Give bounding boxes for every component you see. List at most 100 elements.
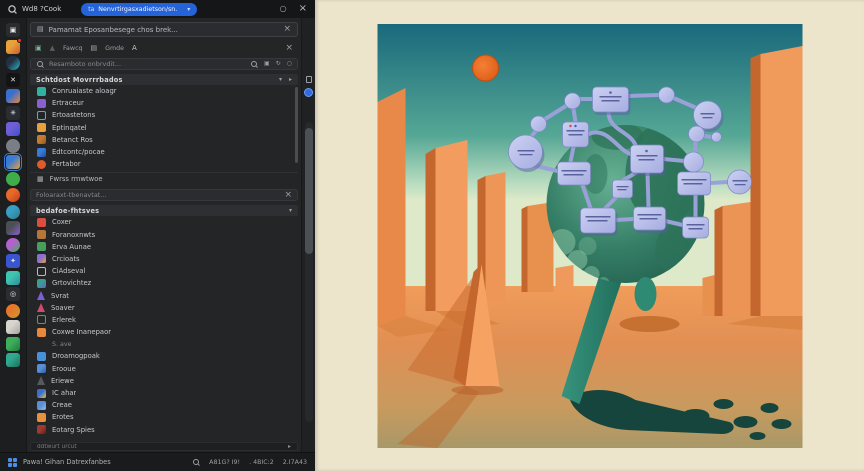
list-item[interactable]: Soaver [30, 302, 298, 314]
gear-icon[interactable]: ✳ [6, 105, 20, 120]
list-item[interactable]: Fertabor [30, 158, 298, 170]
right-gutter [301, 18, 315, 452]
list-item[interactable]: Betanct Ros [30, 134, 298, 146]
app-icon [37, 303, 45, 313]
clock-icon[interactable] [6, 56, 20, 70]
history-icon[interactable]: ○ [280, 5, 287, 13]
list-item[interactable]: Grtovichtez [30, 277, 298, 289]
collapsed-label: ddtwurt urcut [37, 443, 77, 450]
list-item[interactable]: Coxer [30, 216, 298, 228]
pages-icon[interactable]: ▣ [264, 61, 270, 67]
list-item-label: Coxwe Inanepaor [52, 328, 112, 337]
collapse-icon[interactable]: ▾ [289, 207, 292, 214]
search-filter-input[interactable] [36, 191, 280, 200]
help-icon[interactable]: ○ [287, 61, 292, 67]
list-item[interactable]: CiAdseval [30, 265, 298, 277]
account-dropdown[interactable]: ta Nenvrtirgasxadietson/sn. ▾ [81, 2, 198, 16]
list-item[interactable]: S. ave [30, 338, 298, 350]
toolbar-label-3[interactable]: A [132, 44, 137, 52]
search-main-input[interactable] [49, 60, 246, 68]
list-item[interactable]: Creae [30, 399, 298, 411]
extension-badge-icon[interactable] [304, 88, 313, 97]
search-main-row: ▣ ↻ ○ [30, 58, 298, 70]
list-item[interactable]: Eriewe [30, 375, 298, 387]
links-row[interactable]: ▦ Fwrss rmwtwoe [30, 172, 298, 185]
list-item[interactable]: Crcioats [30, 253, 298, 265]
list-item[interactable]: IC ahar [30, 387, 298, 399]
close-toolbar-icon[interactable]: × [285, 43, 293, 53]
stripes-icon[interactable] [6, 221, 20, 235]
search-icon[interactable] [7, 4, 17, 14]
screen: Wd8 ?Cook ta Nenvrtirgasxadietson/sn. ▾ … [0, 0, 864, 471]
leaf-icon[interactable] [6, 336, 20, 351]
document-icon: ▤ [37, 25, 44, 33]
list-item[interactable]: Coxwe Inanepaor [30, 326, 298, 338]
firefox-icon[interactable] [6, 188, 20, 202]
refresh-icon[interactable]: ↻ [276, 61, 281, 67]
list-item[interactable]: Erooue [30, 363, 298, 375]
lens-icon[interactable]: ◎ [6, 287, 20, 301]
palette-icon[interactable] [6, 237, 20, 252]
chevron-right-icon[interactable]: ▸ [289, 76, 292, 83]
hook-icon[interactable] [6, 353, 20, 367]
list-item[interactable]: Ertoastetons [30, 109, 298, 121]
section-header-2[interactable]: bedafoe-fhtsves ▾ [30, 205, 298, 217]
artwork-canvas [315, 0, 864, 471]
app-icon [37, 254, 46, 264]
search-doc-icon[interactable]: ▣ [6, 23, 20, 37]
android-icon[interactable] [6, 171, 20, 186]
close-icon[interactable]: × [299, 4, 307, 14]
clipboard-icon[interactable] [6, 320, 20, 334]
view-toolbar: ▣ ▲ Fawcq ▤ Gmde A × [30, 42, 298, 54]
app-icon [37, 425, 46, 435]
clear-icon[interactable]: × [284, 190, 292, 200]
app-icon [37, 364, 46, 374]
photos-icon[interactable] [4, 153, 22, 171]
box-icon[interactable]: ▣ [35, 44, 42, 52]
chevron-down-icon[interactable]: ▾ [279, 76, 282, 83]
music-icon[interactable] [6, 122, 20, 136]
swirl-icon[interactable] [6, 138, 20, 153]
clear-icon[interactable]: × [283, 25, 291, 34]
list-item-label: Erva Aunae [52, 242, 92, 251]
list-item[interactable]: Ertraceur [30, 97, 298, 109]
star-app-icon[interactable]: ✦ [6, 254, 20, 268]
file-path-input[interactable] [48, 25, 279, 34]
list-item-label: Fertabor [52, 160, 81, 169]
shop-icon[interactable] [6, 37, 22, 54]
capsule-icon[interactable] [6, 270, 20, 285]
zoom-icon[interactable] [250, 60, 258, 68]
search-icon[interactable] [192, 458, 200, 466]
list-item[interactable]: Edtcontc/pocae [30, 146, 298, 158]
list-item[interactable]: Droamogpoak [30, 350, 298, 362]
list-item-label: Edtcontc/pocae [52, 148, 105, 157]
list-item-label: CiAdseval [52, 267, 86, 276]
list-scrollbar[interactable] [295, 87, 298, 163]
toolbar-label-2[interactable]: Gmde [105, 45, 124, 52]
list-item[interactable]: Svrat [30, 289, 298, 301]
section-header-1[interactable]: Schtdost Movrrrbados ▾ ▸ [30, 74, 298, 85]
list-item[interactable]: Foranoxnwts [30, 229, 298, 241]
list-item[interactable]: Eotarg Spies [30, 424, 298, 436]
toolbar-label-1[interactable]: Fawcq [63, 45, 83, 52]
food-icon[interactable] [6, 303, 20, 318]
list-item[interactable]: Eptinqatel [30, 122, 298, 134]
list-item[interactable]: Erotes [30, 411, 298, 423]
app-icon [37, 159, 46, 169]
mountain-icon[interactable]: ▲ [50, 44, 55, 52]
list-item[interactable]: Erlerek [30, 314, 298, 326]
grid-icon[interactable]: ▤ [91, 44, 98, 52]
bird-icon[interactable] [6, 89, 20, 103]
list-item[interactable]: Erva Aunae [30, 241, 298, 253]
list-item[interactable]: Conruaiaste aloagr [30, 85, 298, 97]
app-icon [37, 110, 46, 120]
scrollbar-thumb[interactable] [305, 128, 313, 254]
list-item-label: Svrat [51, 291, 69, 300]
collapsed-section[interactable]: ddtwurt urcut ▸ [30, 442, 298, 451]
apps-launcher-icon[interactable] [8, 457, 17, 467]
shortcut-hint-3: 2.I7A43 [282, 458, 307, 466]
pin-icon[interactable] [305, 76, 312, 83]
globe-icon[interactable] [6, 204, 20, 219]
x-app-icon[interactable]: ✕ [6, 72, 20, 87]
search-filter-row: × [30, 189, 298, 202]
